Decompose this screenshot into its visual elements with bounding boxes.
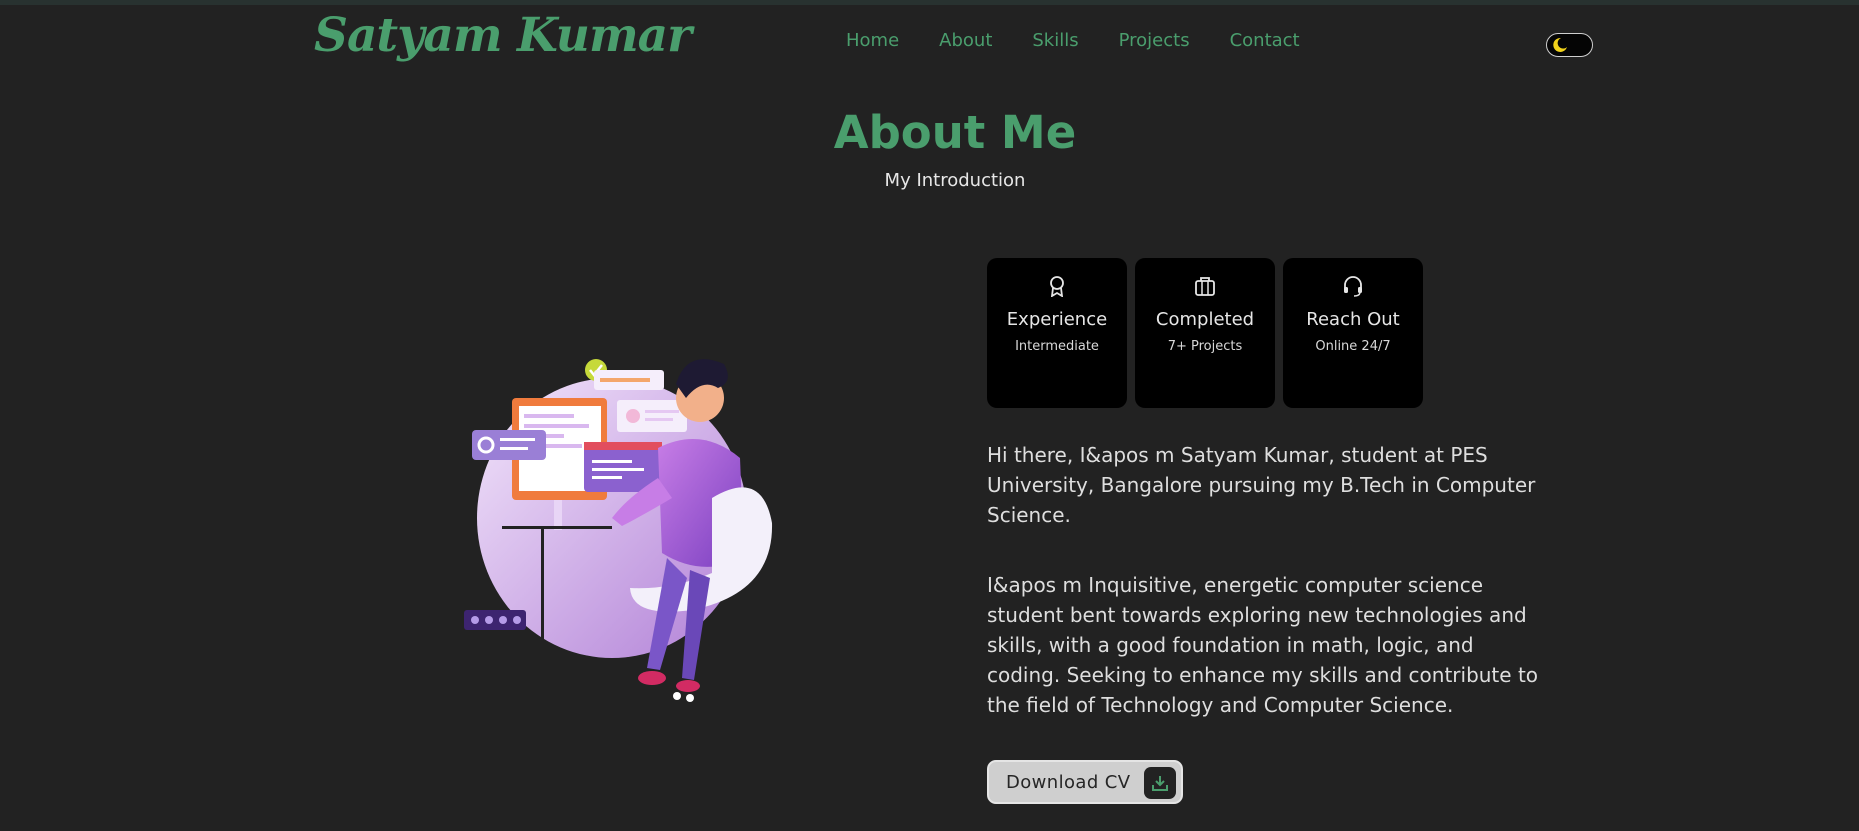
moon-icon [1553,37,1567,52]
card-subtitle: Intermediate [1015,339,1099,354]
info-cards: Experience Intermediate Completed 7+ Pro… [987,258,1423,408]
download-cv-label: Download CV [1006,771,1131,793]
nav-projects[interactable]: Projects [1119,30,1190,51]
nav-skills[interactable]: Skills [1032,30,1078,51]
download-icon [1144,767,1176,799]
headset-icon [1342,274,1364,298]
card-title: Experience [1006,309,1108,330]
page-title: About Me [833,106,1077,159]
main-nav: Home About Skills Projects Contact [846,30,1300,51]
card-subtitle: 7+ Projects [1167,339,1243,354]
top-border [0,0,1859,5]
download-cv-button[interactable]: Download CV [987,760,1183,804]
nav-contact[interactable]: Contact [1230,30,1300,51]
nav-about[interactable]: About [939,30,992,51]
card-title: Completed [1155,309,1255,330]
theme-toggle[interactable] [1546,33,1593,57]
site-logo[interactable]: Satyam Kumar [314,8,692,63]
card-completed: Completed 7+ Projects [1135,258,1275,408]
card-reach-out: Reach Out Online 24/7 [1283,258,1423,408]
card-title: Reach Out [1306,309,1400,330]
about-paragraph-1: Hi there, I&apos m Satyam Kumar, student… [987,443,1536,527]
developer-illustration [462,348,782,704]
nav-home[interactable]: Home [846,30,899,51]
award-icon [1048,274,1066,298]
briefcase-icon [1194,274,1216,298]
about-paragraph-2: I&apos m Inquisitive, energetic computer… [987,573,1539,717]
card-subtitle: Online 24/7 [1315,339,1391,354]
card-experience: Experience Intermediate [987,258,1127,408]
page-subtitle: My Introduction [884,170,1026,191]
